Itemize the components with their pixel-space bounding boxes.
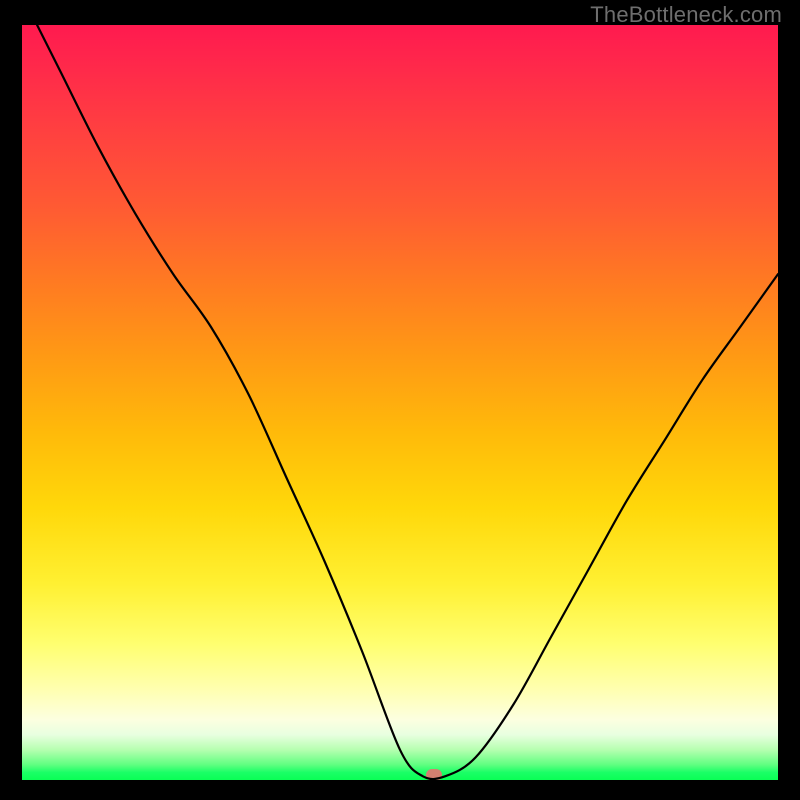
bottleneck-curve: [22, 25, 778, 780]
chart-frame: TheBottleneck.com: [0, 0, 800, 800]
watermark-text: TheBottleneck.com: [590, 2, 782, 28]
plot-area: [22, 25, 778, 780]
